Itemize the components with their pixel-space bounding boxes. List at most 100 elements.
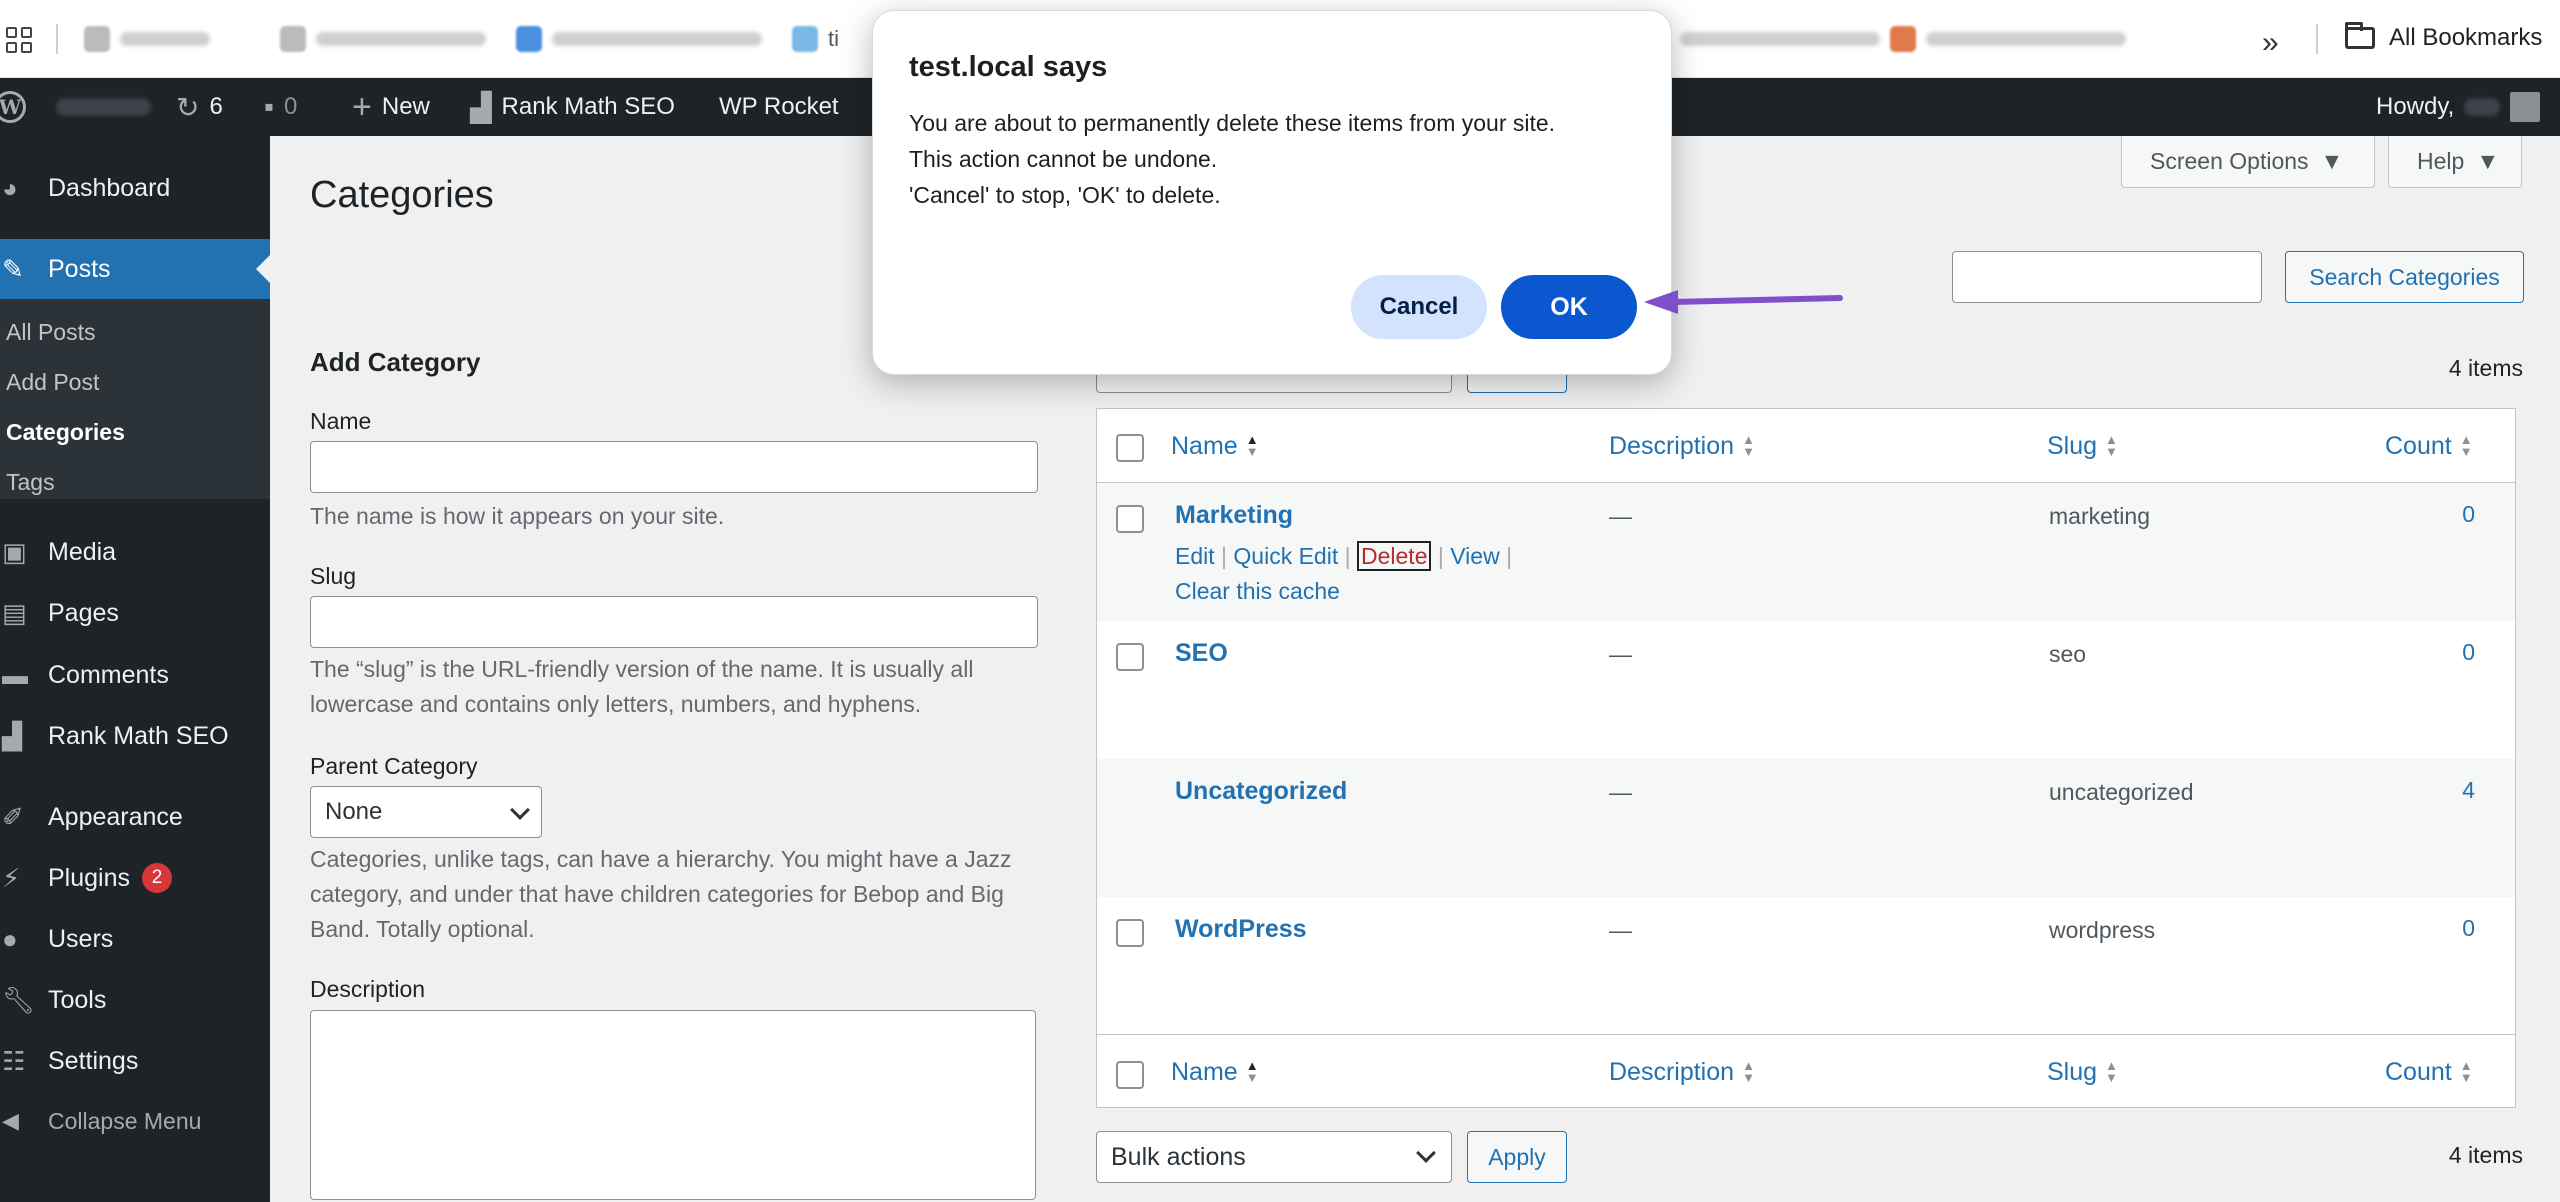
annotation-arrow-icon [1644,290,1843,314]
column-slug-header[interactable]: Slug ▲ ▼ [2047,409,2118,483]
column-label: Slug [2047,431,2098,460]
sidebar-item-posts[interactable]: ✎ Posts [0,239,270,299]
avatar [2510,92,2541,122]
delete-link[interactable]: Delete [1357,541,1432,571]
screen-options-button[interactable]: Screen Options ▼ [2121,136,2375,188]
sidebar-item-rankmath[interactable]: ▟ Rank Math SEO [0,711,270,761]
dialog-cancel-button[interactable]: Cancel [1351,275,1487,339]
select-all-checkbox[interactable] [1116,1061,1144,1089]
sidebar-item-plugins[interactable]: ⚡ Plugins 2 [0,853,270,903]
more-bookmarks-icon[interactable]: » [2262,26,2279,60]
new-content-link[interactable]: + New [352,78,430,136]
page-title: Categories [310,174,494,216]
bookmark-item[interactable] [1890,22,2126,56]
row-checkbox[interactable] [1116,505,1144,533]
help-button[interactable]: Help ▼ [2388,136,2522,188]
items-count-top: 4 items [2448,355,2523,381]
user-icon: ● [2,923,18,954]
sidebar-item-users[interactable]: ● Users [0,914,270,964]
sidebar-item-pages[interactable]: ▤ Pages [0,588,270,638]
bookmark-item[interactable]: ti [792,22,839,56]
sidebar-item-settings[interactable]: ☷ Settings [0,1036,270,1086]
count-link[interactable]: 0 [2462,639,2475,666]
category-name-link[interactable]: SEO [1175,639,1228,668]
bookmark-item[interactable] [1680,22,1880,56]
bookmark-item[interactable] [280,22,486,56]
comments-link[interactable]: ▪ 0 [264,78,297,136]
category-name-link[interactable]: Marketing [1175,501,1293,530]
submenu-all-posts[interactable]: All Posts [6,319,95,346]
search-categories-input[interactable] [1952,251,2262,303]
column-label: Count [2385,1057,2452,1086]
row-actions: Edit | Quick Edit | Delete | View | Clea… [1175,541,1513,604]
count-link[interactable]: 0 [2462,915,2475,942]
site-name-link[interactable] [56,78,151,136]
column-label: Slug [2047,1057,2098,1086]
slug-cell: wordpress [2049,917,2156,943]
search-categories-button[interactable]: Search Categories [2285,251,2524,303]
slug-cell: marketing [2049,503,2150,529]
dialog-line: You are about to permanently delete thes… [909,110,1556,136]
comment-icon: ▪ [264,91,274,122]
name-input[interactable] [310,441,1038,493]
sidebar-item-comments[interactable]: ▬ Comments [0,650,270,700]
wordpress-logo-icon[interactable]: W [0,78,26,136]
account-menu[interactable]: Howdy, [2376,78,2541,136]
row-checkbox[interactable] [1116,643,1144,671]
rankmath-chart-icon: ▟ [2,720,22,751]
sidebar-item-label: Rank Math SEO [48,721,229,750]
count-link[interactable]: 4 [2462,777,2475,804]
bookmark-item[interactable] [84,22,210,56]
rankmath-link[interactable]: ▟ Rank Math SEO [470,78,675,136]
submenu-add-post[interactable]: Add Post [6,369,99,396]
edit-link[interactable]: Edit [1175,543,1215,569]
column-count-header[interactable]: Count ▲ ▼ [2385,409,2473,483]
sort-arrows-icon: ▲ ▼ [1245,1058,1259,1085]
apps-grid-icon[interactable] [6,27,32,53]
submenu-tags[interactable]: Tags [6,469,55,496]
column-description-header[interactable]: Description ▲ ▼ [1609,1035,1755,1109]
sidebar-item-label: Posts [48,254,111,283]
view-link[interactable]: View [1450,543,1499,569]
select-all-checkbox[interactable] [1116,434,1144,462]
slug-input[interactable] [310,596,1038,648]
clear-cache-link[interactable]: Clear this cache [1175,578,1340,604]
column-label: Description [1609,1057,1735,1086]
sidebar-item-dashboard[interactable]: ◕ Dashboard [0,163,270,213]
collapse-menu-button[interactable]: ◀ Collapse Menu [0,1096,270,1146]
column-count-header[interactable]: Count ▲ ▼ [2385,1035,2473,1109]
bookmark-item[interactable] [516,22,762,56]
sidebar-item-appearance[interactable]: ✐ Appearance [0,792,270,842]
pushpin-icon: ✎ [2,253,24,284]
apply-button[interactable]: Apply [1467,1131,1567,1183]
dialog-line: 'Cancel' to stop, 'OK' to delete. [909,182,1221,208]
row-checkbox[interactable] [1116,919,1144,947]
bulk-actions-select[interactable]: Bulk actions [1096,1131,1452,1183]
category-name-link[interactable]: WordPress [1175,915,1307,944]
dialog-ok-button[interactable]: OK [1501,275,1637,339]
sidebar-item-tools[interactable]: 🔧︎ Tools [0,975,270,1025]
sidebar-item-label: Appearance [48,802,183,831]
help-label: Help [2417,148,2465,174]
sidebar-item-media[interactable]: ▣ Media [0,527,270,577]
submenu-categories[interactable]: Categories [6,419,125,446]
collapse-arrow-icon: ◀ [2,1108,19,1133]
parent-category-select[interactable]: None [310,786,542,838]
column-name-header[interactable]: Name ▲ ▼ [1171,1035,1259,1109]
bookmarks-separator [56,24,58,54]
all-bookmarks-button[interactable]: All Bookmarks [2345,22,2543,52]
column-slug-header[interactable]: Slug ▲ ▼ [2047,1035,2118,1109]
column-name-header[interactable]: Name ▲ ▼ [1171,409,1259,483]
settings-sliders-icon: ☷ [2,1045,26,1076]
updates-link[interactable]: ↻ 6 [176,78,223,136]
description-textarea[interactable] [310,1010,1036,1200]
count-link[interactable]: 0 [2462,501,2475,528]
quick-edit-link[interactable]: Quick Edit [1233,543,1338,569]
all-bookmarks-label: All Bookmarks [2389,24,2543,51]
category-name-link[interactable]: Uncategorized [1175,777,1347,806]
sidebar-item-label: Tools [48,985,107,1014]
wprocket-link[interactable]: WP Rocket [719,78,839,136]
dialog-line: This action cannot be undone. [909,146,1218,172]
column-description-header[interactable]: Description ▲ ▼ [1609,409,1755,483]
plug-icon: ⚡ [2,862,21,893]
